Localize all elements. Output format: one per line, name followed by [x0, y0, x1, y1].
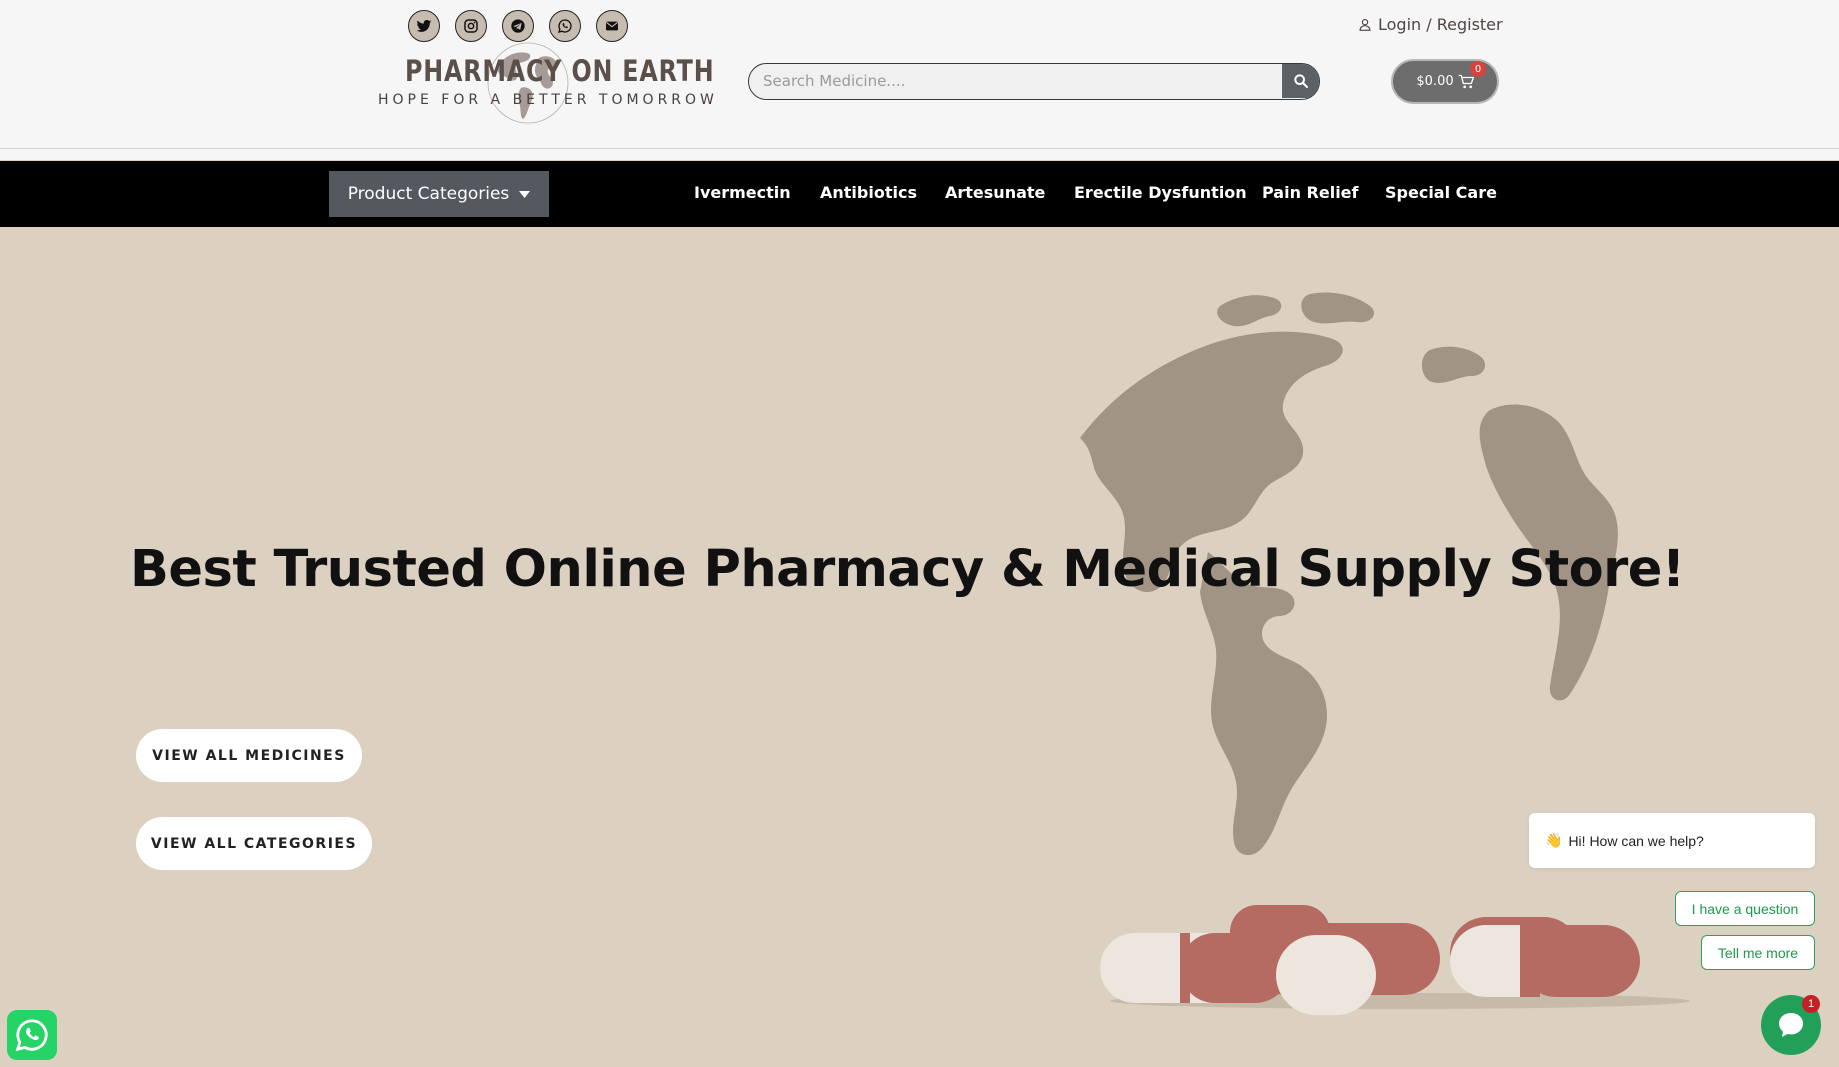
chat-unread-badge: 1	[1802, 995, 1820, 1013]
chat-bubble-icon	[1779, 1013, 1803, 1037]
whatsapp-float-button[interactable]	[7, 1010, 57, 1060]
user-icon	[1359, 18, 1371, 31]
caret-down-icon	[519, 190, 531, 198]
header-divider	[0, 148, 1839, 149]
search-input[interactable]	[749, 64, 1283, 98]
cart-total: $0.00	[1416, 74, 1454, 89]
whatsapp-icon	[558, 19, 572, 33]
view-all-medicines-button[interactable]: VIEW ALL MEDICINES	[136, 729, 362, 782]
chat-option-tell-me-more[interactable]: Tell me more	[1701, 935, 1815, 970]
pills-image	[1100, 905, 1690, 1015]
site-header: PHARMACY ON EARTH HOPE FOR A BETTER TOMO…	[0, 0, 1839, 160]
hero-title: Best Trusted Online Pharmacy & Medical S…	[130, 540, 1685, 599]
envelope-icon	[606, 21, 618, 31]
view-all-categories-button[interactable]: VIEW ALL CATEGORIES	[136, 817, 372, 870]
search-icon	[1293, 74, 1308, 89]
logo-title: PHARMACY ON EARTH	[405, 54, 715, 88]
login-register-link[interactable]: Login / Register	[1358, 14, 1503, 34]
nav-item-ivermectin[interactable]: Ivermectin	[694, 183, 791, 202]
nav-item-erectile-dysfunction[interactable]: Erectile Dysfuntion	[1074, 183, 1247, 202]
chat-greeting-bubble: 👋 Hi! How can we help?	[1529, 813, 1815, 868]
nav-item-special-care[interactable]: Special Care	[1385, 183, 1497, 202]
instagram-icon	[464, 19, 478, 33]
twitter-icon	[416, 20, 432, 32]
nav-item-artesunate[interactable]: Artesunate	[945, 183, 1045, 202]
site-logo[interactable]: PHARMACY ON EARTH HOPE FOR A BETTER TOMO…	[378, 36, 718, 128]
waving-hand-icon: 👋	[1545, 832, 1563, 848]
nav-item-antibiotics[interactable]: Antibiotics	[820, 183, 917, 202]
logo-tagline: HOPE FOR A BETTER TOMORROW	[378, 92, 718, 108]
main-nav: Product Categories Ivermectin Antibiotic…	[0, 161, 1839, 227]
search-bar	[748, 63, 1320, 100]
product-categories-dropdown[interactable]: Product Categories	[329, 171, 549, 217]
whatsapp-icon	[15, 1019, 48, 1052]
telegram-icon	[511, 19, 525, 33]
chat-greeting-text: Hi! How can we help?	[1568, 832, 1704, 849]
cart-count-badge: 0	[1470, 61, 1486, 77]
search-button[interactable]	[1282, 64, 1319, 98]
product-categories-label: Product Categories	[347, 184, 510, 204]
nav-item-pain-relief[interactable]: Pain Relief	[1262, 183, 1359, 202]
cart-icon	[1458, 74, 1474, 89]
chat-option-question[interactable]: I have a question	[1675, 891, 1815, 926]
login-register-label: Login / Register	[1378, 14, 1503, 34]
